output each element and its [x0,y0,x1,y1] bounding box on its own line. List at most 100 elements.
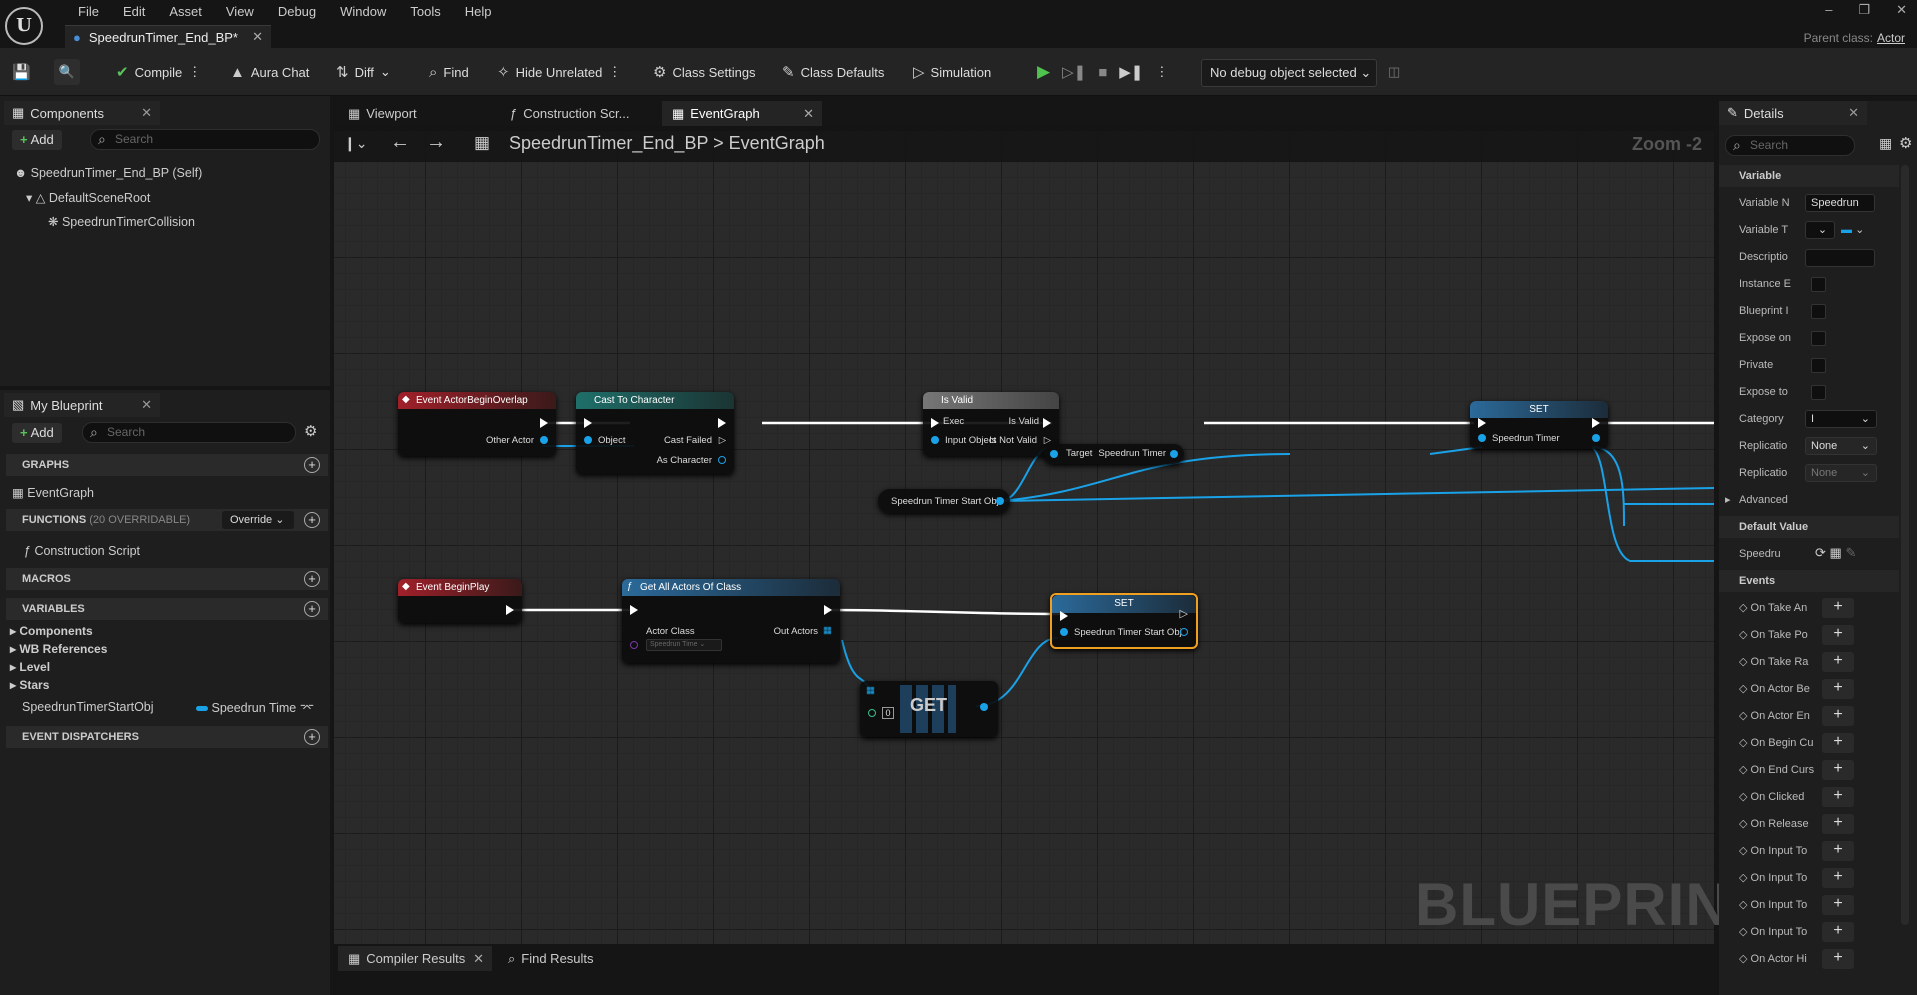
speedrun-timer-out-pin[interactable] [1170,450,1178,458]
cast-failed-pin[interactable]: ▷ [719,435,726,446]
close-icon[interactable]: ✕ [141,397,152,413]
graph-canvas[interactable]: Event ActorBeginOverlap ◆ Other Actor Ca… [334,131,1766,944]
add-graph-icon[interactable]: + [304,457,320,473]
default-value-section[interactable]: Default Value [1719,516,1899,538]
step-icon[interactable]: ▷❚ [1062,63,1086,81]
var-group-wb-references[interactable]: ▸ WB References [10,642,107,656]
menu-tools[interactable]: Tools [398,3,452,21]
macros-section[interactable]: MACROS + [6,568,328,590]
graphs-section[interactable]: GRAPHS + [6,454,328,476]
tab-viewport[interactable]: ▦ Viewport [338,101,498,126]
override-dropdown[interactable]: Override ⌄ [222,511,294,529]
add-event-button[interactable]: + [1822,787,1854,807]
add-event-button[interactable]: + [1822,949,1854,969]
add-event-button[interactable]: + [1822,625,1854,645]
variable-item[interactable]: SpeedrunTimerStartObj [22,700,154,714]
breadcrumb-blueprint[interactable]: SpeedrunTimer_End_BP [509,133,708,153]
stop-icon[interactable]: ■ [1098,64,1107,81]
var-group-stars[interactable]: ▸ Stars [10,678,49,692]
play-options-icon[interactable]: ⋮ [1155,64,1168,80]
tab-find-results[interactable]: ⌕ Find Results [498,946,618,971]
add-component-button[interactable]: + Add [12,130,62,150]
exec-out-pin[interactable] [824,605,832,615]
array-get-node[interactable]: GET ▦ 0 [860,681,998,737]
close-window-icon[interactable]: ✕ [1896,2,1907,18]
exec-in-pin[interactable] [630,605,638,615]
exec-in-pin[interactable] [584,418,592,428]
compile-options-icon[interactable]: ⋮ [188,64,201,80]
tab-construction-script[interactable]: ƒ Construction Scr... [500,101,660,126]
add-event-button[interactable]: + [1822,706,1854,726]
target-pin[interactable] [1050,450,1058,458]
start-obj-in-pin[interactable] [1060,628,1068,636]
object-pin[interactable] [584,436,592,444]
event-dispatchers-section[interactable]: EVENT DISPATCHERS + [6,726,328,748]
instance-editable-checkbox[interactable] [1811,277,1826,292]
variable-type-container-select[interactable]: ⌄ [1805,221,1835,239]
event-actor-begin-overlap-node[interactable]: Event ActorBeginOverlap ◆ Other Actor [398,392,556,456]
tab-compiler-results[interactable]: ▦ Compiler Results ✕ [338,946,492,971]
add-event-button[interactable]: + [1822,922,1854,942]
add-event-button[interactable]: + [1822,814,1854,834]
functions-section[interactable]: FUNCTIONS (20 OVERRIDABLE) Override ⌄ + [6,509,328,531]
gear-icon[interactable]: ⚙ [1899,134,1912,152]
table-view-icon[interactable]: ▦ [1879,135,1892,152]
exec-out-pin[interactable] [506,605,514,615]
forward-arrow-icon[interactable]: → [426,131,446,154]
add-event-button[interactable]: + [1822,895,1854,915]
menu-help[interactable]: Help [453,3,504,21]
add-event-button[interactable]: + [1822,733,1854,753]
menu-file[interactable]: File [66,3,111,21]
simulation-button[interactable]: ▷ Simulation [913,58,991,86]
minimize-icon[interactable]: – [1825,2,1832,18]
close-icon[interactable]: ✕ [141,105,152,121]
advanced-row[interactable]: ▸ Advanced [1719,489,1899,511]
start-obj-out-pin[interactable] [996,497,1004,505]
as-character-pin[interactable] [718,456,726,464]
add-event-button[interactable]: + [1822,652,1854,672]
compile-button[interactable]: ✔ Compile ⋮ [116,58,201,86]
exec-out-pin[interactable] [718,418,726,428]
bookmark-icon[interactable]: ❙⌄ [344,135,367,152]
close-icon[interactable]: ✕ [1848,105,1859,121]
array-in-pin[interactable]: ▦ [866,685,875,696]
breadcrumb-graph[interactable]: EventGraph [729,133,825,153]
add-event-button[interactable]: + [1822,598,1854,618]
hide-unrelated-options-icon[interactable]: ⋮ [608,64,621,80]
aura-chat-button[interactable]: ▲ Aura Chat [230,58,309,86]
details-search-input[interactable]: Search [1725,135,1855,156]
menu-asset[interactable]: Asset [157,3,214,21]
browse-button[interactable]: 🔍 [54,58,80,86]
close-icon[interactable]: ✕ [803,106,814,122]
set-start-obj-node[interactable]: SET ▷ Speedrun Timer Start Obj [1050,593,1198,649]
close-tab-icon[interactable]: ✕ [252,29,263,45]
document-tab[interactable]: ● SpeedrunTimer_End_BP* ✕ [65,25,271,48]
exec-out-pin[interactable] [1592,418,1600,428]
add-function-icon[interactable]: + [304,512,320,528]
reset-icon[interactable]: ⟳ [1815,545,1826,560]
component-scene-root[interactable]: ▾ △ DefaultSceneRoot [26,190,150,205]
index-field[interactable]: 0 [882,707,894,719]
exec-in-pin[interactable] [1478,418,1486,428]
description-field[interactable] [1805,249,1875,267]
back-arrow-icon[interactable]: ← [390,131,410,154]
menu-debug[interactable]: Debug [266,3,328,21]
exec-out-pin[interactable] [540,418,548,428]
private-checkbox[interactable] [1811,358,1826,373]
my-blueprint-search-input[interactable]: Search [82,422,296,443]
add-dispatcher-icon[interactable]: + [304,729,320,745]
variable-type[interactable]: Speedrun Time ⌤ [196,700,314,715]
speedrun-timer-out-pin[interactable] [1592,434,1600,442]
tab-event-graph[interactable]: ▦ EventGraph ✕ [662,101,822,126]
menu-window[interactable]: Window [328,3,398,21]
exec-out-pin[interactable]: ▷ [1180,607,1188,620]
class-defaults-button[interactable]: ✎ Class Defaults [782,58,884,86]
event-graph-item[interactable]: ▦ EventGraph [12,485,94,500]
variables-section[interactable]: VARIABLES + [6,598,328,620]
add-event-button[interactable]: + [1822,868,1854,888]
component-collision[interactable]: ❋ SpeedrunTimerCollision [48,214,195,229]
play-icon[interactable]: ▶ [1037,62,1050,82]
my-blueprint-tab[interactable]: ▧ My Blueprint ✕ [4,393,160,417]
details-scrollbar[interactable] [1901,165,1909,925]
events-section[interactable]: Events [1719,570,1899,592]
